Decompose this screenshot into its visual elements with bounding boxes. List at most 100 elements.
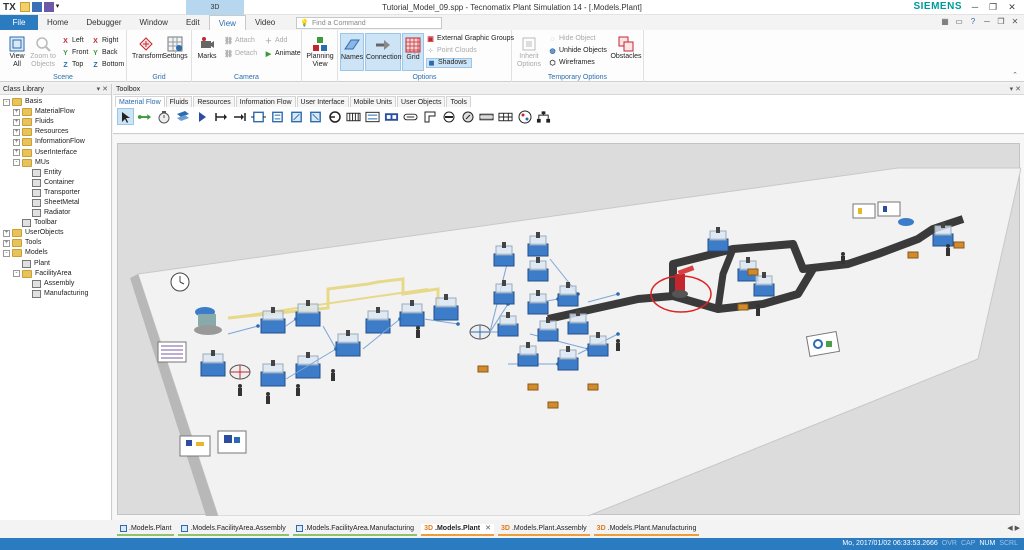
expand-icon[interactable]: + [13, 128, 20, 136]
tree-item[interactable]: + MaterialFlow [0, 107, 111, 117]
external-graphic-groups-button[interactable]: ▣ External Graphic Groups [426, 34, 514, 44]
animate-button[interactable]: ▶ Animate [264, 49, 301, 59]
machine-station[interactable] [365, 307, 391, 334]
collapse-icon[interactable]: - [3, 98, 10, 106]
toolbox-tab-mobile-units[interactable]: Mobile Units [349, 96, 397, 107]
machine-station[interactable] [497, 312, 519, 337]
machine-station[interactable] [567, 310, 589, 335]
buffer-icon[interactable] [345, 108, 362, 125]
machine-station[interactable] [587, 332, 609, 357]
interface-icon[interactable] [193, 108, 210, 125]
event-controller-icon[interactable] [155, 108, 172, 125]
pallet[interactable] [953, 241, 965, 249]
expand-icon[interactable]: + [3, 229, 10, 237]
add-camera-button[interactable]: ＋ Add [264, 36, 287, 46]
machine-station[interactable] [260, 307, 286, 334]
tree-item[interactable]: Assembly [0, 279, 111, 289]
3d-viewport[interactable] [117, 143, 1022, 517]
two-lane-track-icon[interactable] [478, 108, 495, 125]
shift-icon[interactable] [326, 108, 343, 125]
mdi-restore-icon[interactable]: ❐ [996, 17, 1006, 27]
transform-button[interactable]: Transform [132, 36, 164, 61]
minimize-button[interactable]: ─ [968, 1, 982, 13]
point-clouds-button[interactable]: ⁘ Point Clouds [426, 46, 477, 56]
expand-icon[interactable]: + [3, 239, 10, 247]
document-tab[interactable]: 3D .Models.Plant ✕ [421, 523, 495, 536]
grid-settings-button[interactable]: Settings [161, 36, 189, 61]
machine-station[interactable] [527, 232, 549, 257]
marks-button[interactable]: Marks [196, 36, 218, 61]
tree-item[interactable]: - FacilityArea [0, 269, 111, 279]
window-icon[interactable]: ▭ [954, 17, 964, 27]
machine-station[interactable] [335, 330, 361, 357]
tab-video[interactable]: Video [246, 15, 284, 30]
machine-station[interactable] [707, 227, 729, 252]
mdi-minimize-icon[interactable]: ─ [982, 17, 992, 27]
toolbox-tab-user-objects[interactable]: User Objects [397, 96, 446, 107]
bottom-button[interactable]: Z Bottom [91, 60, 124, 70]
tree-item[interactable]: Transporter [0, 188, 111, 198]
plant-3d-scene[interactable] [118, 144, 1022, 517]
tree-item[interactable]: Manufacturing [0, 289, 111, 299]
unhide-objects-button[interactable]: ◍ Unhide Objects [548, 46, 606, 56]
document-tab[interactable]: .Models.FacilityArea.Manufacturing [292, 524, 418, 536]
tab-home[interactable]: Home [38, 15, 77, 30]
machine-station[interactable] [493, 242, 515, 267]
document-tab[interactable]: 3D .Models.Plant.Manufacturing [593, 524, 700, 536]
hide-object-button[interactable]: ◌ Hide Object [548, 34, 595, 44]
machine-station[interactable] [260, 360, 286, 387]
machine-station[interactable] [295, 300, 321, 327]
track-icon[interactable] [459, 108, 476, 125]
layout-icon[interactable]: ▦ [940, 17, 950, 27]
save-icon[interactable] [31, 2, 42, 12]
turntable[interactable] [229, 364, 251, 380]
new-file-icon[interactable] [19, 2, 30, 12]
toolbox-tab-material-flow[interactable]: Material Flow [115, 96, 165, 107]
tree-item[interactable]: Radiator [0, 208, 111, 218]
tree-item[interactable]: + Tools [0, 238, 111, 248]
tab-file[interactable]: File [0, 15, 38, 30]
info-board[interactable] [157, 341, 187, 363]
close-button[interactable]: ✕ [1005, 1, 1019, 13]
dismantle-icon[interactable] [307, 108, 324, 125]
planning-view-button[interactable]: Planning View [305, 36, 335, 69]
customize-icon[interactable]: ▾ [56, 2, 66, 12]
pointer-tool-icon[interactable] [117, 108, 134, 125]
machine-station[interactable] [399, 300, 425, 327]
assembly-icon[interactable] [288, 108, 305, 125]
tree-item[interactable]: + UserInterface [0, 147, 111, 157]
collapse-icon[interactable]: - [13, 270, 20, 278]
collapse-icon[interactable]: - [3, 249, 10, 257]
machine-station[interactable] [557, 346, 579, 371]
close-tab-icon[interactable]: ✕ [485, 523, 491, 534]
machine-station[interactable] [537, 317, 559, 342]
toolbox-tab-fluids[interactable]: Fluids [165, 96, 193, 107]
cycle-icon[interactable] [383, 108, 400, 125]
parallel-proc-icon[interactable] [269, 108, 286, 125]
pallet[interactable] [747, 268, 759, 276]
obstacles-button[interactable]: Obstacles [610, 36, 642, 61]
collapse-icon[interactable]: - [13, 159, 20, 167]
source-icon[interactable] [212, 108, 229, 125]
wireframes-button[interactable]: ⬡ Wireframes [548, 58, 594, 68]
machine-station[interactable] [493, 280, 515, 305]
machine-station[interactable] [527, 290, 549, 315]
tree-item[interactable]: + Resources [0, 127, 111, 137]
tab-debugger[interactable]: Debugger [77, 15, 130, 30]
tab-window[interactable]: Window [130, 15, 176, 30]
conveyor-icon[interactable] [402, 108, 419, 125]
toolbox-tab-resources[interactable]: Resources [193, 96, 235, 107]
machine-station[interactable] [557, 282, 579, 307]
grid-toggle-button[interactable]: Grid [402, 33, 424, 71]
tree-item[interactable]: Container [0, 178, 111, 188]
tab-edit[interactable]: Edit [177, 15, 209, 30]
names-button[interactable]: Names [340, 33, 364, 71]
zoom-to-objects-button[interactable]: Zoom to Objects [29, 36, 57, 69]
turntable-icon[interactable] [440, 108, 457, 125]
machine-station[interactable] [295, 352, 321, 379]
3d-view[interactable] [113, 135, 1024, 520]
machine-station[interactable] [932, 222, 954, 247]
tree-item[interactable]: Entity [0, 168, 111, 178]
machine-station[interactable] [753, 272, 775, 297]
expand-icon[interactable]: + [13, 138, 20, 146]
